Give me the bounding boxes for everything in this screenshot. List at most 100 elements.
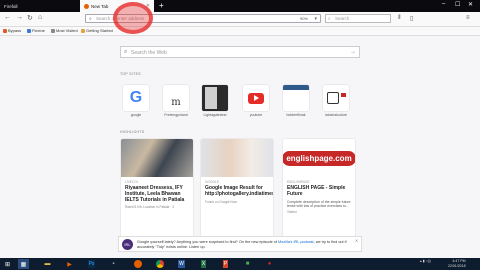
- media-player-icon[interactable]: ▶: [64, 259, 75, 269]
- home-icon[interactable]: ⌂: [38, 14, 42, 21]
- top-site-tile[interactable]: Lightagateland: [202, 85, 228, 117]
- card-thumbnail: englishpage.com: [283, 139, 355, 177]
- new-tab-button[interactable]: +: [159, 1, 164, 10]
- bookmark-item[interactable]: Most Visited: [51, 28, 78, 33]
- web-search-input[interactable]: ⌕ Search the Web →: [120, 46, 360, 58]
- bookmark-item[interactable]: Flexine: [27, 28, 45, 33]
- file-explorer-icon[interactable]: ▦: [18, 259, 29, 269]
- top-sites-heading: TOP SITES: [120, 72, 141, 76]
- bookmark-item[interactable]: Getting Started: [81, 28, 113, 33]
- card-source: Livecol: [125, 180, 139, 184]
- top-site-tile[interactable]: G google: [123, 85, 149, 117]
- site-thumbnail-icon: [202, 85, 228, 111]
- reload-icon[interactable]: ↻: [27, 14, 33, 22]
- tab-firefall[interactable]: Firefall: [0, 0, 78, 12]
- card-thumbnail: [121, 139, 193, 177]
- bookmark-icon: [27, 28, 31, 33]
- search-go-icon[interactable]: →: [350, 49, 356, 55]
- photoshop-icon[interactable]: Ps: [86, 259, 97, 269]
- pinned-app-icon[interactable]: ■: [242, 259, 253, 269]
- bookmark-icon: [3, 28, 7, 33]
- card-source: Englishpage: [287, 180, 310, 184]
- excel-icon[interactable]: X: [198, 259, 209, 269]
- site-thumbnail-icon: [323, 85, 349, 111]
- pinned-app-icon[interactable]: ▪: [108, 259, 119, 269]
- card-source: Google: [205, 180, 219, 184]
- close-snippet-icon[interactable]: ✕: [355, 239, 358, 244]
- search-icon: ⌕: [124, 49, 128, 55]
- maximize-icon[interactable]: ☐: [455, 1, 460, 8]
- start-icon[interactable]: ⊞: [2, 259, 13, 269]
- dropdown-icon[interactable]: ▾: [314, 16, 317, 22]
- chrome-icon[interactable]: [154, 259, 165, 269]
- top-site-tile[interactable]: m Freeimgpoland: [163, 85, 189, 117]
- snippet-banner: IRL Google yourself lately? Anything you…: [118, 236, 362, 252]
- navigation-toolbar: ← → ↻ ⌂ ⌕ Search or enter address 90% ▾ …: [0, 12, 480, 27]
- top-site-name: bobberflinak: [286, 113, 306, 117]
- highlight-card[interactable]: englishpage.com Englishpage ENGLISH PAGE…: [283, 139, 355, 237]
- zoom-level[interactable]: 90%: [300, 16, 308, 21]
- top-site-name: Lightagateland: [203, 113, 227, 117]
- minimize-icon[interactable]: –: [442, 1, 445, 7]
- top-site-tile[interactable]: bobberflinak: [283, 85, 309, 117]
- top-site-tile[interactable]: laloshakodore: [323, 85, 349, 117]
- bookmark-label: Bypass: [8, 28, 22, 33]
- clock[interactable]: 4:47 PM 22/01/2018: [448, 259, 466, 268]
- englishpage-logo: englishpage.com: [283, 150, 355, 166]
- close-window-icon[interactable]: ✕: [468, 1, 473, 8]
- sidebar-icon[interactable]: ▯: [410, 15, 413, 22]
- powerpoint-icon[interactable]: P: [220, 259, 231, 269]
- card-meta: Rated 5.0/5, Location in Patiala · 3: [125, 205, 174, 210]
- firefox-icon: [84, 3, 89, 9]
- search-placeholder: Search: [335, 16, 350, 21]
- pinned-app-icon[interactable]: ●: [264, 259, 275, 269]
- site-thumbnail-icon: m: [163, 85, 189, 111]
- card-title: Google Image Result for http://photogall…: [205, 185, 273, 197]
- search-bar[interactable]: ⌕ Search: [325, 14, 391, 23]
- top-site-name: laloshakodore: [325, 113, 347, 117]
- tray-icons[interactable]: ▴ ▮ ◁)): [420, 259, 431, 264]
- google-icon: G: [123, 85, 149, 111]
- new-tab-page: ⌕ Search the Web → TOP SITES G google m …: [0, 36, 480, 258]
- highlight-card[interactable]: Livecol Riyaaneet Dressess, IFY Institut…: [121, 139, 193, 237]
- bookmark-label: Flexine: [32, 28, 45, 33]
- bookmark-label: Getting Started: [86, 28, 113, 33]
- card-meta: Found on Google Now: [205, 199, 237, 204]
- snippet-link[interactable]: Mozilla's IRL podcast: [278, 240, 314, 244]
- highlights-heading: HIGHLIGHTS: [120, 130, 145, 134]
- bookmark-icon: [81, 28, 85, 33]
- search-icon: ⌕: [89, 16, 92, 22]
- search-icon: ⌕: [328, 16, 331, 21]
- firefox-taskbar-icon[interactable]: [132, 259, 143, 269]
- top-site-name: Freeimgpoland: [164, 113, 188, 117]
- bookmarks-toolbar: Bypass Flexine Most Visited Getting Star…: [0, 27, 480, 36]
- irl-podcast-icon: IRL: [122, 239, 133, 250]
- menu-icon[interactable]: ≡: [466, 15, 470, 21]
- snippet-text: Google yourself lately? Anything you wer…: [137, 240, 278, 244]
- tab-label: Firefall: [4, 3, 18, 9]
- site-thumbnail-icon: [283, 85, 309, 111]
- card-thumbnail: [201, 139, 273, 177]
- tab-label: New Tab: [91, 3, 109, 9]
- bookmark-icon: [51, 28, 55, 33]
- top-site-tile[interactable]: youtube: [243, 85, 269, 117]
- web-search-placeholder: Search the Web: [131, 50, 167, 56]
- bookmark-label: Most Visited: [56, 28, 78, 33]
- library-icon[interactable]: ⫴: [398, 15, 401, 22]
- forward-icon[interactable]: →: [16, 14, 23, 21]
- tab-strip: Firefall New Tab ✕ + – ☐ ✕: [0, 0, 480, 12]
- word-icon[interactable]: W: [176, 259, 187, 269]
- taskbar: ⊞ ▦ ▬ ▶ Ps ▪ W X P ■ ● ▴ ▮ ◁)) 4:47 PM 2…: [0, 258, 480, 270]
- card-description: Complete description of the simple futur…: [287, 199, 351, 208]
- top-site-name: google: [130, 113, 142, 117]
- clock-date: 22/01/2018: [448, 263, 466, 268]
- folder-icon[interactable]: ▬: [42, 259, 53, 269]
- back-icon[interactable]: ←: [4, 14, 11, 21]
- bookmark-item[interactable]: Bypass: [3, 28, 21, 33]
- top-site-name: youtube: [249, 113, 263, 117]
- card-title: ENGLISH PAGE - Simple Future: [287, 185, 346, 197]
- card-meta: Visited: [287, 209, 297, 214]
- highlight-card[interactable]: Google Google Image Result for http://ph…: [201, 139, 273, 237]
- card-title: Riyaaneet Dressess, IFY Institute, Leela…: [125, 185, 185, 203]
- youtube-icon: [243, 85, 269, 111]
